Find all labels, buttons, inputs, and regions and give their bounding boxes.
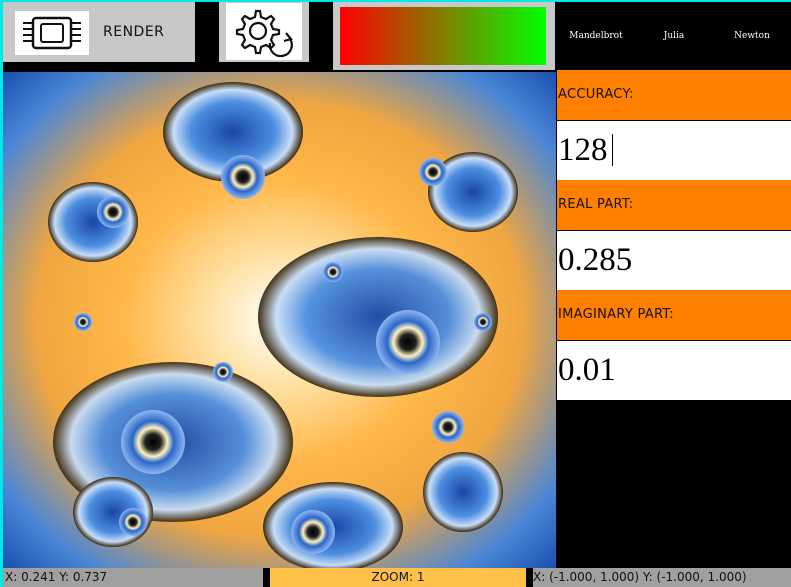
imaginary-part-label: IMAGINARY PART:: [557, 290, 791, 340]
real-part-label: REAL PART:: [557, 180, 791, 230]
color-gradient-picker[interactable]: [333, 2, 555, 70]
imaginary-part-input[interactable]: [557, 341, 791, 400]
real-part-input[interactable]: [557, 231, 791, 290]
zoom-level: ZOOM: 1: [270, 568, 526, 587]
fractal-canvas[interactable]: [3, 72, 556, 568]
tab-mandelbrot[interactable]: Mandelbrot: [557, 2, 635, 70]
cursor-coordinates: X: 0.241 Y: 0.737: [3, 568, 263, 587]
accuracy-input[interactable]: [557, 121, 791, 180]
settings-button[interactable]: [219, 2, 309, 62]
text-cursor: [612, 134, 613, 166]
view-range: X: (-1.000, 1.000) Y: (-1.000, 1.000): [533, 568, 791, 587]
cpu-chip-icon: [15, 11, 89, 55]
accuracy-label: ACCURACY:: [557, 70, 791, 120]
gradient-preview: [340, 7, 546, 65]
gear-refresh-icon: [226, 3, 302, 60]
view-range-text: X: (-1.000, 1.000) Y: (-1.000, 1.000): [533, 570, 747, 584]
tab-newton[interactable]: Newton: [713, 2, 791, 70]
tab-julia[interactable]: Julia: [635, 2, 713, 70]
render-button-label: RENDER: [103, 24, 165, 40]
render-button[interactable]: RENDER: [3, 2, 195, 62]
julia-set-render: [48, 82, 518, 568]
